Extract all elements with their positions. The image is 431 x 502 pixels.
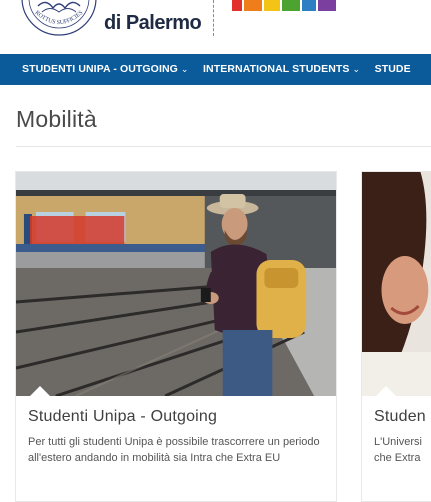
university-seal-logo[interactable]: ROTTUS SUFFICIES (18, 0, 100, 36)
chevron-down-icon: ⌄ (180, 64, 189, 74)
site-header: ROTTUS SUFFICIES di Palermo (0, 0, 431, 50)
card-title[interactable]: Studenti Unipa - Outgoing (28, 408, 217, 426)
card-pointer (30, 386, 50, 396)
page-title: Mobilità (16, 106, 97, 132)
nav-item-label: INTERNATIONAL STUDENTS (203, 63, 350, 75)
card-description: Per tutti gli studenti Unipa è possibile… (28, 436, 320, 464)
chevron-down-icon: ⌄ (352, 64, 361, 74)
card-pointer (376, 386, 396, 396)
nav-item-label: STUDENTI UNIPA - OUTGOING (22, 63, 178, 75)
card-description: L'Universi che Extra (374, 434, 422, 466)
nav-item-studenti-unipa-outgoing[interactable]: STUDENTI UNIPA - OUTGOING ⌄ (22, 54, 189, 85)
university-name[interactable]: di Palermo (104, 12, 202, 35)
card-title[interactable]: Studen (374, 408, 426, 426)
card-image-train-station[interactable] (16, 172, 336, 396)
nav-item-studenti-truncated[interactable]: STUDE (375, 54, 411, 85)
main-navigation: STUDENTI UNIPA - OUTGOING ⌄ INTERNATIONAL… (0, 54, 431, 85)
card-description-line: L'Universi (374, 436, 422, 448)
card-studenti-unipa-outgoing[interactable]: Studenti Unipa - Outgoing Per tutti gli … (15, 171, 337, 502)
card-image-student[interactable] (362, 172, 431, 396)
header-divider (213, 0, 214, 36)
title-divider (16, 146, 431, 147)
nav-item-label: STUDE (374, 63, 411, 75)
unipa-logo[interactable] (232, 0, 342, 14)
nav-item-international-students[interactable]: INTERNATIONAL STUDENTS ⌄ (203, 54, 360, 85)
card-description-line: che Extra (374, 452, 421, 464)
card-international-students[interactable]: Studen L'Universi che Extra (361, 171, 431, 502)
